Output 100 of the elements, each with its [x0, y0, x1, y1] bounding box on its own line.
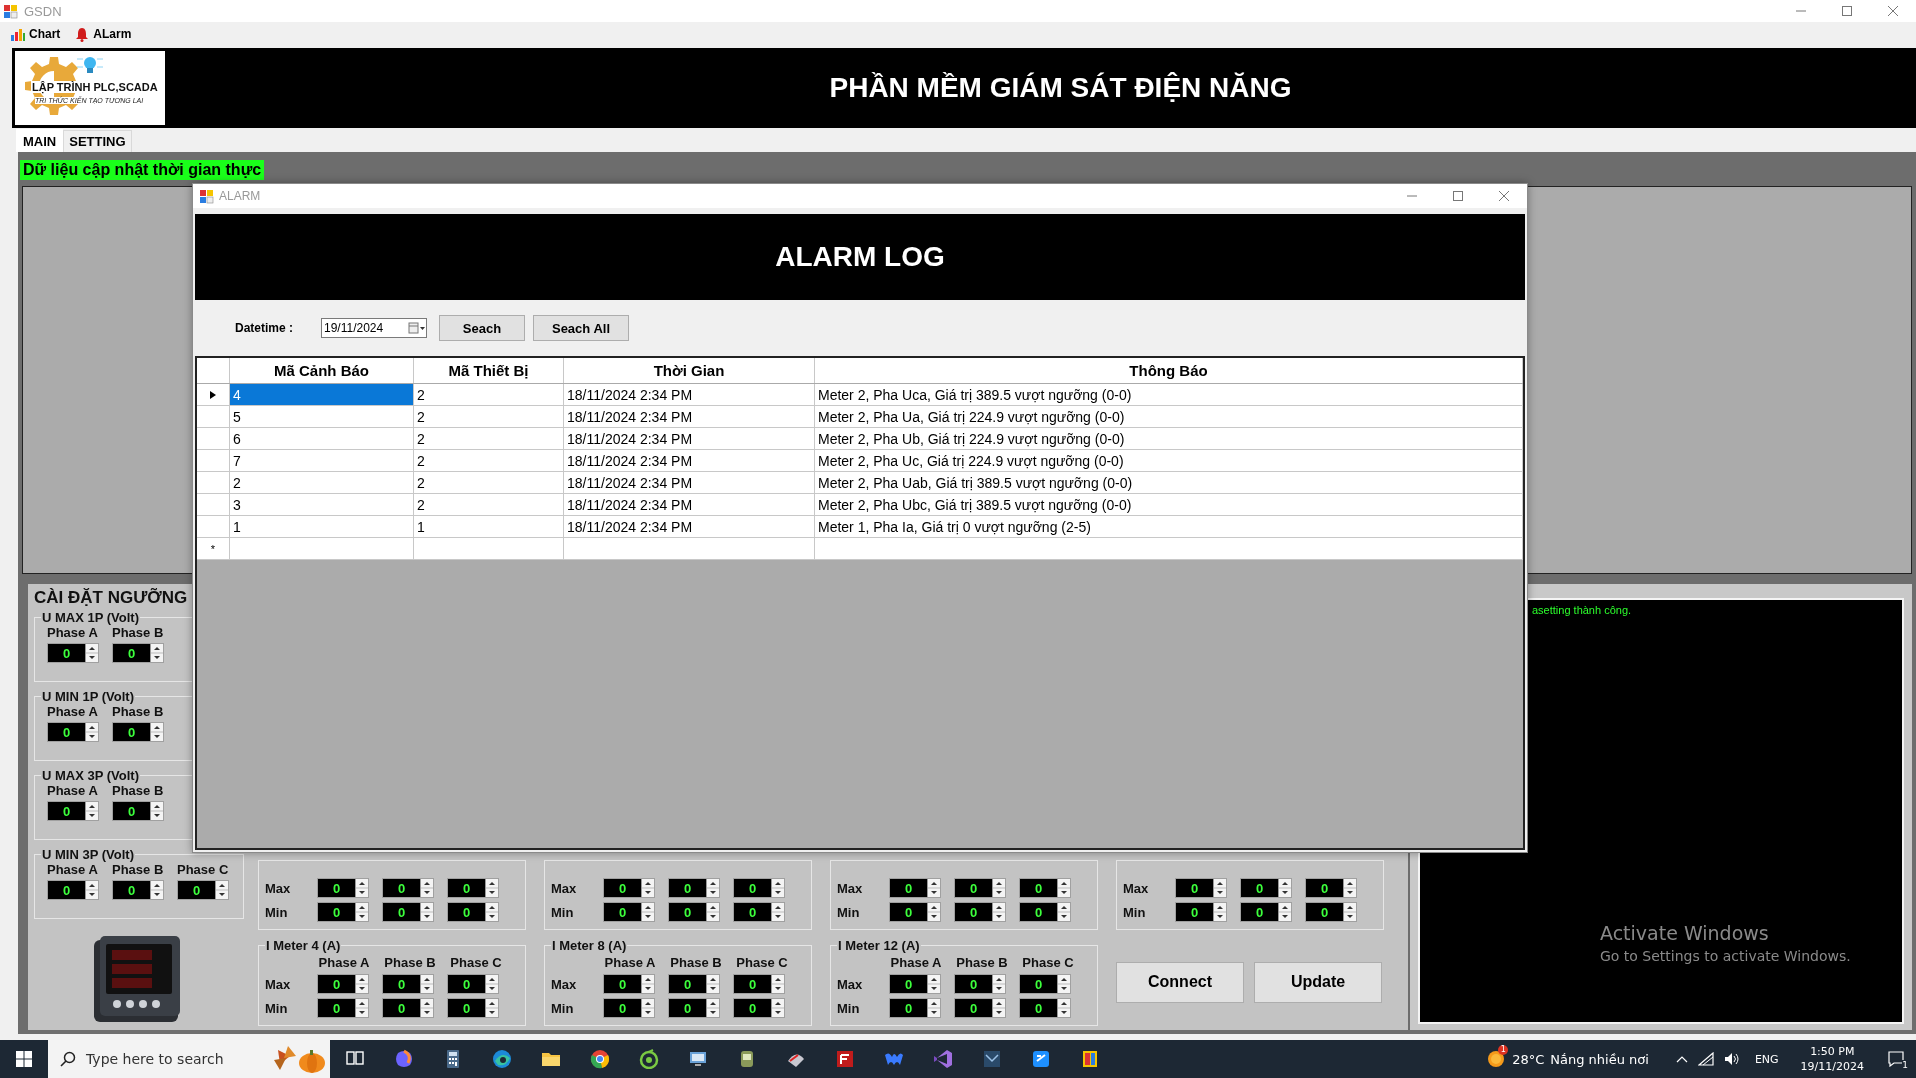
date-field[interactable]: 19/11/2024 [321, 318, 427, 338]
number-field[interactable]: 0 [889, 998, 941, 1018]
notification-button[interactable]: 1 [1876, 1040, 1916, 1078]
tab[interactable]: SETTING [63, 130, 132, 152]
number-field[interactable]: 0 [317, 998, 369, 1018]
spin-arrows-icon [707, 903, 719, 921]
number-field[interactable]: 0 [317, 902, 369, 922]
search-icon [60, 1051, 76, 1067]
number-field[interactable]: 0 [603, 878, 655, 898]
phase-label: Phase B [112, 704, 164, 719]
number-field[interactable]: 0 [47, 801, 99, 821]
number-field[interactable]: 0 [668, 974, 720, 994]
action-button[interactable]: Connect [1116, 961, 1244, 1003]
table-cell: 1 [230, 516, 414, 537]
number-field[interactable]: 0 [317, 974, 369, 994]
app-icon[interactable] [834, 1049, 855, 1069]
number-field[interactable]: 0 [112, 643, 164, 663]
phase-label: Phase A [47, 704, 98, 719]
number-field[interactable]: 0 [668, 998, 720, 1018]
phase-label: Phase C [449, 955, 503, 970]
browser-icon[interactable] [491, 1049, 512, 1069]
spin-arrows-icon [928, 975, 940, 993]
number-field[interactable]: 0 [1019, 878, 1071, 898]
app-icon[interactable] [393, 1049, 414, 1069]
number-field[interactable]: 0 [317, 878, 369, 898]
table-cell: Meter 2, Pha Ua, Giá trị 224.9 vượt ngưỡng (0-0) [815, 406, 1523, 427]
number-field[interactable]: 0 [954, 974, 1006, 994]
number-field[interactable]: 0 [447, 998, 499, 1018]
number-field[interactable]: 0 [112, 880, 164, 900]
number-field[interactable]: 0 [954, 878, 1006, 898]
search-button[interactable]: Seach All [533, 315, 629, 341]
number-field[interactable]: 0 [47, 880, 99, 900]
app-icon[interactable] [638, 1049, 659, 1069]
number-field[interactable]: 0 [382, 998, 434, 1018]
number-field[interactable]: 0 [1240, 878, 1292, 898]
number-field[interactable]: 0 [668, 902, 720, 922]
number-field[interactable]: 0 [954, 998, 1006, 1018]
number-field[interactable]: 0 [447, 902, 499, 922]
calendar-icon [408, 322, 426, 334]
number-field[interactable]: 0 [733, 998, 785, 1018]
number-field[interactable]: 0 [889, 878, 941, 898]
number-field[interactable]: 0 [733, 974, 785, 994]
number-field[interactable]: 0 [382, 902, 434, 922]
number-field[interactable]: 0 [603, 998, 655, 1018]
search-field[interactable]: Type here to search [48, 1040, 330, 1078]
spin-arrows-icon [642, 975, 654, 993]
number-field[interactable]: 0 [447, 974, 499, 994]
column-header[interactable]: Thông Báo [815, 358, 1523, 383]
language-indicator[interactable]: ENG [1754, 1052, 1779, 1066]
number-field[interactable]: 0 [1305, 878, 1357, 898]
row-label: Max [265, 976, 292, 992]
number-field[interactable]: 0 [177, 880, 229, 900]
number-field[interactable]: 0 [112, 722, 164, 742]
maximize-icon[interactable] [1842, 6, 1852, 16]
number-field[interactable]: 0 [1175, 878, 1227, 898]
app-icon[interactable] [981, 1049, 1002, 1069]
number-field[interactable]: 0 [447, 878, 499, 898]
number-field[interactable]: 0 [382, 974, 434, 994]
close-icon[interactable] [1888, 6, 1898, 16]
number-field[interactable]: 0 [1019, 974, 1071, 994]
number-field[interactable]: 0 [889, 902, 941, 922]
number-field[interactable]: 0 [668, 878, 720, 898]
maximize-icon[interactable] [1453, 191, 1463, 201]
number-field[interactable]: 0 [47, 722, 99, 742]
menu-item[interactable]: Chart [10, 26, 61, 42]
number-field[interactable]: 0 [603, 974, 655, 994]
number-field[interactable]: 0 [1019, 902, 1071, 922]
search-button[interactable]: Seach [439, 315, 525, 341]
number-field[interactable]: 0 [47, 643, 99, 663]
action-button[interactable]: Update [1254, 961, 1382, 1003]
monitor-icon[interactable] [687, 1049, 708, 1069]
spin-arrows-icon [772, 999, 784, 1017]
number-field[interactable]: 0 [1175, 902, 1227, 922]
number-field[interactable]: 0 [603, 902, 655, 922]
clock[interactable]: 1:50 PM 19/11/2024 [1800, 1044, 1864, 1074]
close-icon[interactable] [1499, 191, 1509, 201]
browser-icon[interactable] [589, 1049, 610, 1069]
number-field[interactable]: 0 [733, 878, 785, 898]
number-field[interactable]: 0 [112, 801, 164, 821]
section-title: CÀI ĐẶT NGƯỠNG [34, 588, 189, 609]
spin-arrows-icon [356, 903, 368, 921]
number-field[interactable]: 0 [889, 974, 941, 994]
app-icon[interactable] [1030, 1049, 1051, 1069]
number-field[interactable]: 0 [1240, 902, 1292, 922]
column-header[interactable]: Mã Thiết Bị [414, 358, 564, 383]
column-header[interactable]: Thời Gian [564, 358, 815, 383]
phase-label: Phase C [735, 955, 789, 970]
column-header[interactable]: Mã Cảnh Báo [230, 358, 414, 383]
phase-label: Phase C [177, 862, 229, 877]
table-cell: 7 [230, 450, 414, 471]
tab[interactable]: MAIN [16, 129, 64, 152]
menu-item[interactable]: ALarm [74, 26, 132, 42]
spin-arrows-icon [86, 644, 98, 662]
spin-arrows-icon [1344, 879, 1356, 897]
spin-arrows-icon [421, 999, 433, 1017]
number-field[interactable]: 0 [954, 902, 1006, 922]
number-field[interactable]: 0 [382, 878, 434, 898]
number-field[interactable]: 0 [733, 902, 785, 922]
number-field[interactable]: 0 [1305, 902, 1357, 922]
number-field[interactable]: 0 [1019, 998, 1071, 1018]
